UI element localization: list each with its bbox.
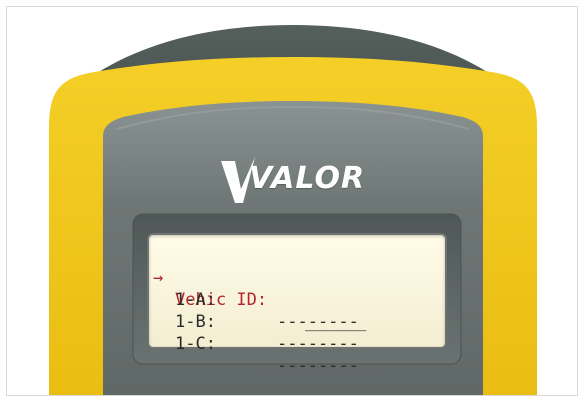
lcd-row-vehicle-id[interactable]: → Vehic ID: ______ — [149, 245, 449, 332]
lcd-row-1a[interactable]: 1-A: -------- — [149, 267, 449, 332]
row-1c-value[interactable]: -------- — [277, 355, 359, 377]
lcd-row-1b[interactable]: 1-B: -------- — [149, 289, 449, 354]
brand-name: VALOR — [249, 161, 366, 196]
row-1c-label: 1-C: — [175, 334, 216, 354]
brand-logo: VALOR — [219, 155, 389, 211]
row-1b-value[interactable]: -------- — [277, 333, 359, 355]
lcd-row-1c[interactable]: 1-C: -------- — [149, 311, 449, 376]
device-frame: VALOR → Vehic ID: ______ 1-A: -------- 1… — [6, 6, 578, 396]
lcd-screen: → Vehic ID: ______ 1-A: -------- 1-B: --… — [147, 233, 449, 376]
